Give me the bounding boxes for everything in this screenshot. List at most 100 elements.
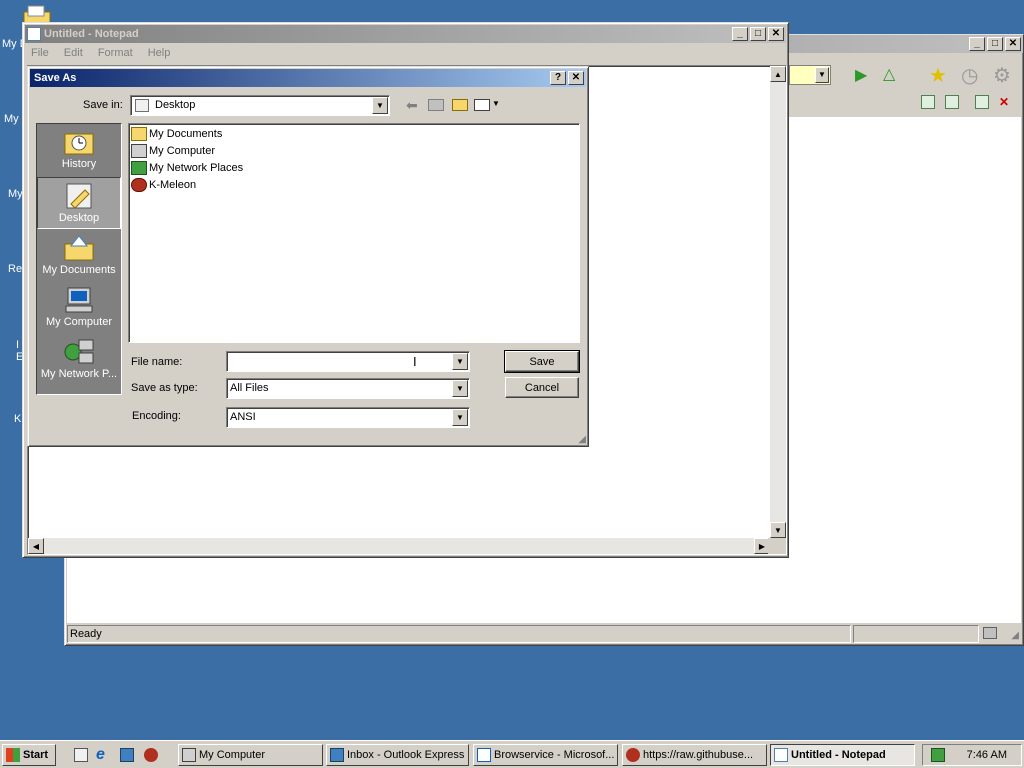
k-meleon-icon [131,178,147,192]
minimize-button[interactable]: _ [732,27,748,41]
resize-grip-icon[interactable]: ◢ [578,434,586,445]
chevron-down-icon[interactable]: ▼ [452,409,468,426]
task-my-computer[interactable]: My Computer [178,744,323,766]
status-panel [853,625,979,643]
browser-toolbar: ▼ ▶ △ ★ ◷ ⚙ [789,63,1023,89]
outlook-icon [330,748,344,762]
my-computer-icon [131,144,147,158]
list-item[interactable]: My Computer [131,143,215,159]
task-k-meleon[interactable]: https://raw.githubuse... [622,744,767,766]
dialog-toolbar: ⬅ ▼ [404,97,504,115]
scroll-up-icon[interactable]: ▲ [770,66,786,82]
close-button[interactable]: ✕ [768,27,784,41]
outlook-icon[interactable] [120,748,134,762]
maximize-button[interactable]: □ [987,37,1003,51]
place-label: Desktop [58,212,100,224]
clock[interactable]: 7:46 AM [967,749,1007,761]
horizontal-scrollbar[interactable]: ◀ ▶ [28,538,770,554]
place-history[interactable]: History [37,124,121,176]
security-icon [983,627,997,639]
file-name-input[interactable]: I ▼ [226,351,470,372]
star-icon[interactable]: ★ [929,63,947,88]
resize-grip-icon[interactable]: ◢ [1011,630,1019,641]
list-item[interactable]: K-Meleon [131,177,196,193]
task-browservice[interactable]: Browservice - Microsof... [473,744,618,766]
task-notepad[interactable]: Untitled - Notepad [770,744,915,766]
list-item[interactable]: My Network Places [131,160,243,176]
save-as-type-dropdown[interactable]: All Files ▼ [226,378,470,399]
my-computer-icon [182,748,196,762]
close-button[interactable]: ✕ [568,71,584,85]
list-item[interactable]: My Documents [131,126,222,142]
panel-icon-1[interactable] [921,95,935,109]
task-outlook-express[interactable]: Inbox - Outlook Express [326,744,469,766]
size-grip-icon[interactable] [768,538,786,554]
notepad-icon [27,27,41,41]
scroll-left-icon[interactable]: ◀ [28,538,44,554]
desktop-small-icon [135,99,149,112]
ie-icon[interactable]: e [96,746,105,764]
menu-format[interactable]: Format [98,47,133,59]
place-my-computer[interactable]: My Computer [37,282,121,334]
start-button[interactable]: Start [2,744,56,766]
file-list[interactable]: My Documents My Computer My Network Plac… [128,123,580,343]
show-desktop-icon[interactable] [74,748,88,762]
network-tray-icon[interactable] [931,748,945,762]
new-tab-icon[interactable] [975,95,989,109]
close-button[interactable]: ✕ [1005,37,1021,51]
place-desktop[interactable]: Desktop [37,177,121,229]
panel-icon-2[interactable] [945,95,959,109]
place-label: My Documents [42,264,116,276]
help-button[interactable]: ? [550,71,566,85]
my-computer-icon [65,287,93,313]
notepad-title: Untitled - Notepad [44,28,139,40]
view-dropdown-icon[interactable]: ▼ [492,99,500,108]
chevron-down-icon[interactable]: ▼ [452,380,468,397]
quick-launch: e [68,746,164,764]
history-icon[interactable]: ◷ [961,63,978,88]
back-icon[interactable]: ⬅ [406,97,418,114]
save-button[interactable]: Save [504,350,580,373]
maximize-button[interactable]: □ [750,27,766,41]
browser-sub-toolbar: ✕ [789,93,1023,115]
menu-file[interactable]: File [31,47,49,59]
place-label: My Computer [45,316,113,328]
my-documents-icon [64,235,94,261]
k-meleon-icon [626,748,640,762]
gear-icon[interactable]: ⚙ [993,63,1011,88]
close-tab-icon[interactable]: ✕ [999,95,1013,109]
chevron-down-icon[interactable]: ▼ [452,353,468,370]
chevron-down-icon[interactable]: ▼ [372,97,388,114]
k-meleon-icon[interactable] [144,748,158,762]
vertical-scrollbar[interactable]: ▲ ▼ [770,66,786,538]
my-documents-icon [131,127,147,141]
desktop-icon [66,183,92,209]
ie-icon [477,748,491,762]
up-icon[interactable]: △ [883,64,895,84]
network-places-icon [64,339,94,364]
cancel-button[interactable]: Cancel [505,377,579,398]
save-as-type-label: Save as type: [131,382,198,394]
network-places-icon [131,161,147,175]
notepad-titlebar: Untitled - Notepad _ □ ✕ [25,25,786,43]
place-my-network[interactable]: My Network P... [37,334,121,386]
notepad-menubar: File Edit Format Help [23,43,788,63]
url-dropdown[interactable]: ▼ [789,65,831,85]
up-folder-icon[interactable] [428,99,444,111]
new-folder-icon[interactable] [452,99,468,111]
view-menu-icon[interactable] [474,99,490,111]
status-text: Ready [67,625,851,643]
save-in-label: Save in: [83,99,123,111]
minimize-button[interactable]: _ [969,37,985,51]
file-name-label: File name: [131,356,183,368]
go-icon[interactable]: ▶ [855,65,867,85]
scroll-down-icon[interactable]: ▼ [770,522,786,538]
place-label: History [61,158,97,170]
dialog-title: Save As [34,72,77,84]
save-in-dropdown[interactable]: Desktop ▼ [130,95,390,116]
menu-edit[interactable]: Edit [64,47,83,59]
browser-statusbar: Ready ◢ [67,625,1021,643]
place-my-documents[interactable]: My Documents [37,230,121,282]
encoding-dropdown[interactable]: ANSI ▼ [226,407,470,428]
menu-help[interactable]: Help [148,47,171,59]
